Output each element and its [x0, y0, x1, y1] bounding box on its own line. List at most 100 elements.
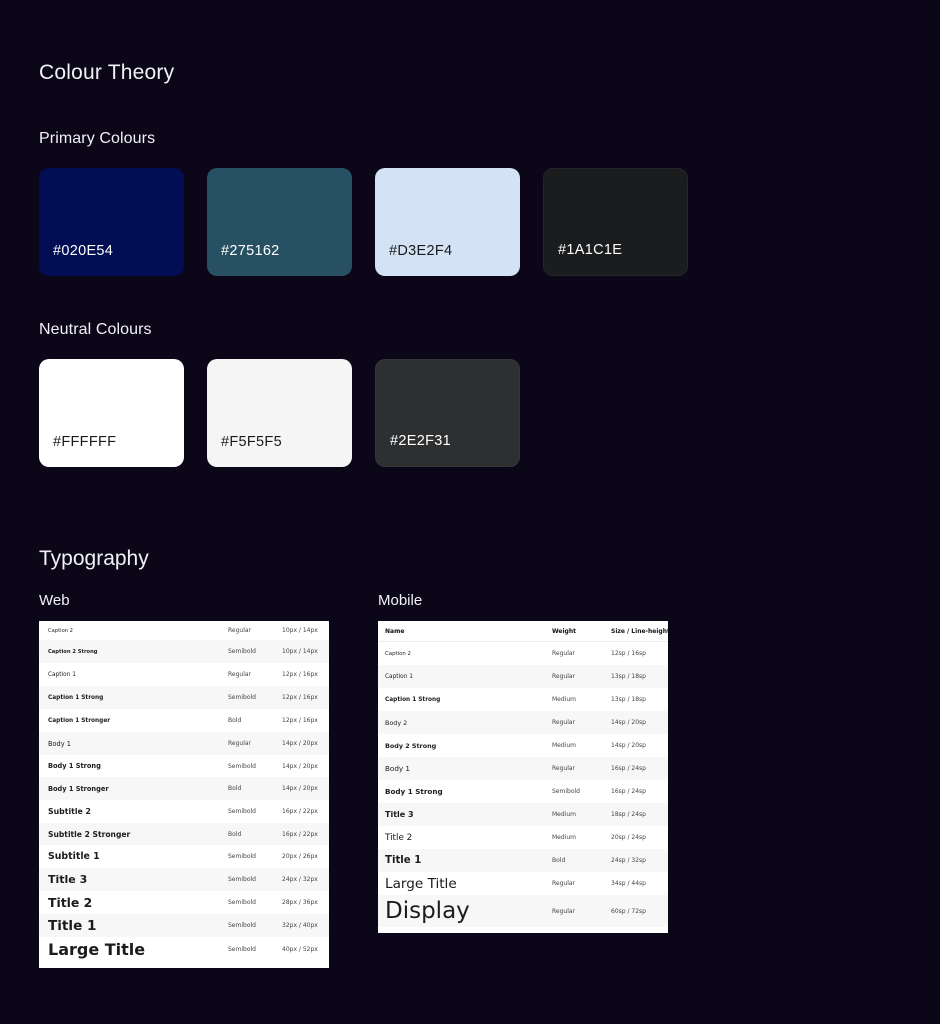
font-weight-value: Semibold — [228, 762, 256, 770]
font-weight-value: Semibold — [228, 899, 256, 906]
style-name: Title 2 — [48, 895, 93, 910]
table-row: Body 1 Strong Semibold 16sp / 24sp — [378, 780, 668, 803]
font-weight-value: Bold — [228, 717, 242, 724]
table-header: Name Weight Size / Line-height — [378, 621, 668, 642]
font-weight-value: Regular — [228, 627, 252, 634]
table-row: Title 3 Semibold 24px / 32px — [39, 868, 329, 891]
size-line-height-value: 28px / 36px — [282, 899, 318, 906]
swatch-neutral-1: #FFFFFF — [39, 359, 184, 467]
font-weight-value: Medium — [552, 811, 576, 818]
size-line-height-value: 16px / 22px — [282, 830, 318, 838]
style-name: Caption 1 Stronger — [48, 717, 111, 724]
web-heading: Web — [39, 592, 70, 609]
table-row: Body 1 Stronger Bold 14px / 20px — [39, 777, 329, 800]
style-name: Subtitle 2 — [48, 807, 91, 816]
style-name: Body 1 — [48, 739, 71, 748]
font-weight-value: Regular — [228, 671, 252, 678]
table-row: Caption 2 Regular 12sp / 16sp — [378, 642, 668, 665]
style-name: Caption 2 — [48, 627, 73, 634]
neutral-colours-heading: Neutral Colours — [39, 321, 152, 338]
table-row: Caption 2 Regular 10px / 14px — [39, 621, 329, 640]
table-row: Caption 1 Regular 13sp / 18sp — [378, 665, 668, 688]
table-row: Body 1 Strong Semibold 14px / 20px — [39, 755, 329, 777]
table-row: Caption 1 Regular 12px / 16px — [39, 663, 329, 686]
size-line-height-value: 13sp / 18sp — [611, 696, 646, 703]
size-line-height-value: 10px / 14px — [282, 648, 318, 655]
size-line-height-value: 14sp / 20sp — [611, 719, 646, 726]
size-line-height-value: Size / Line-height — [611, 627, 668, 635]
font-weight-value: Regular — [228, 740, 252, 747]
style-name: Large Title — [385, 875, 457, 892]
size-line-height-value: 10px / 14px — [282, 627, 318, 634]
table-row: Subtitle 2 Stronger Bold 16px / 22px — [39, 823, 329, 845]
font-weight-value: Semibold — [228, 876, 256, 883]
swatch-code: #F5F5F5 — [221, 434, 282, 450]
size-line-height-value: 20px / 26px — [282, 853, 318, 860]
style-name: Body 1 Stronger — [48, 784, 109, 793]
style-name: Body 2 — [385, 718, 408, 727]
style-name: Body 1 — [385, 764, 411, 773]
font-weight-value: Semibold — [228, 694, 256, 701]
font-weight-value: Semibold — [228, 946, 256, 953]
font-weight-value: Semibold — [552, 788, 580, 795]
style-name: Body 2 Strong — [385, 741, 437, 750]
table-row: Title 1 Bold 24sp / 32sp — [378, 849, 668, 872]
table-row: Body 1 Regular 14px / 20px — [39, 732, 329, 755]
size-line-height-value: 12sp / 16sp — [611, 650, 646, 657]
size-line-height-value: 24px / 32px — [282, 876, 318, 883]
size-line-height-value: 12px / 16px — [282, 694, 318, 701]
font-weight-value: Bold — [552, 857, 566, 864]
font-weight-value: Regular — [552, 765, 576, 772]
swatch-primary-2: #275162 — [207, 168, 352, 276]
font-weight-value: Semibold — [228, 808, 256, 815]
table-row: Title 3 Medium 18sp / 24sp — [378, 803, 668, 826]
swatch-code: #2E2F31 — [390, 433, 451, 449]
primary-colours-heading: Primary Colours — [39, 130, 156, 147]
typography-heading: Typography — [39, 547, 149, 570]
size-line-height-value: 14px / 20px — [282, 762, 318, 770]
style-name: Title 3 — [48, 873, 88, 886]
font-weight-value: Semibold — [228, 853, 256, 860]
style-name: Body 1 Strong — [48, 762, 101, 770]
table-row: Display Regular 60sp / 72sp — [378, 895, 668, 927]
table-row: Title 1 Semibold 32px / 40px — [39, 914, 329, 937]
table-row: Caption 2 Strong Semibold 10px / 14px — [39, 640, 329, 663]
swatch-neutral-3: #2E2F31 — [375, 359, 520, 467]
font-weight-value: Bold — [228, 785, 242, 792]
style-name: Title 1 — [385, 855, 422, 866]
table-row: Large Title Semibold 40px / 52px — [39, 937, 329, 962]
size-line-height-value: 16sp / 24sp — [611, 788, 646, 795]
swatch-code: #020E54 — [53, 243, 114, 259]
size-line-height-value: 40px / 52px — [282, 946, 318, 953]
mobile-heading: Mobile — [378, 592, 423, 609]
font-weight-value: Bold — [228, 830, 242, 838]
table-row: Title 2 Semibold 28px / 36px — [39, 891, 329, 914]
font-weight-value: Medium — [552, 834, 576, 841]
table-row: Subtitle 1 Semibold 20px / 26px — [39, 845, 329, 868]
font-weight-value: Medium — [552, 742, 576, 749]
size-line-height-value: 18sp / 24sp — [611, 811, 646, 818]
style-name: Display — [385, 898, 470, 924]
size-line-height-value: 12px / 16px — [282, 717, 318, 724]
font-weight-value: Regular — [552, 719, 576, 726]
style-name: Subtitle 1 — [48, 851, 100, 862]
style-name: Title 3 — [385, 810, 414, 819]
swatch-primary-3: #D3E2F4 — [375, 168, 520, 276]
font-weight-value: Semibold — [228, 648, 256, 655]
size-line-height-value: 34sp / 44sp — [611, 880, 646, 887]
font-weight-value: Medium — [552, 696, 576, 703]
style-name: Caption 1 Strong — [48, 694, 104, 701]
font-weight-value: Regular — [552, 880, 576, 887]
table-row: Caption 1 Stronger Bold 12px / 16px — [39, 709, 329, 732]
font-weight-value: Regular — [552, 673, 576, 680]
table-row: Large Title Regular 34sp / 44sp — [378, 872, 668, 895]
swatch-code: #275162 — [221, 243, 280, 259]
table-row: Caption 1 Strong Semibold 12px / 16px — [39, 686, 329, 709]
table-row: Body 2 Strong Medium 14sp / 20sp — [378, 734, 668, 757]
style-name: Title 2 — [385, 832, 413, 843]
style-name: Caption 1 — [385, 673, 413, 680]
web-type-table: Caption 2 Regular 10px / 14px Caption 2 Str… — [39, 621, 329, 968]
swatch-code: #FFFFFF — [53, 434, 117, 450]
font-weight-value: Regular — [552, 907, 576, 915]
style-name: Large Title — [48, 940, 146, 959]
